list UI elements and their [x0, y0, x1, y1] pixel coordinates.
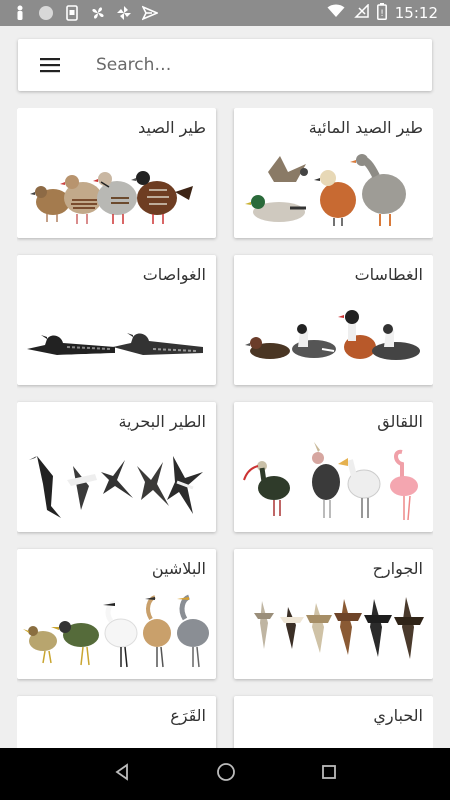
search-bar: [18, 39, 432, 91]
svg-text:!: !: [380, 9, 384, 19]
clock: 15:12: [394, 4, 438, 22]
category-card-gamebirds[interactable]: طير الصيد: [17, 108, 216, 238]
category-title: الحباري: [373, 706, 423, 725]
sim-icon: [64, 5, 80, 21]
category-card-grebes[interactable]: الغطاسات: [234, 255, 433, 385]
herons-illustration-icon: [23, 594, 209, 668]
send-icon: [142, 5, 158, 21]
recents-icon[interactable]: [321, 764, 337, 784]
waterfowl-illustration-icon: [245, 154, 406, 226]
home-icon[interactable]: [216, 762, 236, 786]
category-title: طير الصيد المائية: [308, 118, 423, 137]
seabirds-illustration-icon: [29, 456, 203, 518]
category-title: الطير البحرية: [118, 412, 206, 431]
search-input[interactable]: [96, 55, 396, 75]
raptors-illustration-icon: [254, 597, 424, 659]
category-title: الجوارح: [372, 559, 423, 578]
person-icon: [12, 5, 28, 21]
gamebirds-illustration-icon: [30, 171, 193, 224]
system-navigation-bar: [0, 748, 450, 800]
category-card-raptors[interactable]: الجوارح: [234, 549, 433, 679]
category-card-bustards[interactable]: الحباري: [234, 696, 433, 748]
grebes-illustration-icon: [245, 310, 420, 360]
battery-icon: !: [376, 2, 387, 24]
category-title: البلاشين: [151, 559, 206, 578]
wifi-icon: [327, 4, 345, 22]
category-card-crakes[interactable]: القَرَع: [17, 696, 216, 748]
category-card-loons[interactable]: الغواصات: [17, 255, 216, 385]
back-icon[interactable]: [113, 763, 131, 785]
category-title: الغطاسات: [354, 265, 423, 284]
category-card-herons[interactable]: البلاشين: [17, 549, 216, 679]
fan-icon: [90, 5, 106, 21]
system-status: ! 15:12: [327, 2, 438, 24]
category-card-storks[interactable]: اللقالق: [234, 402, 433, 532]
notification-icons: [12, 5, 158, 21]
category-title: اللقالق: [377, 412, 423, 431]
storks-illustration-icon: [243, 442, 418, 521]
no-sim-icon: [353, 3, 369, 22]
hamburger-menu-icon[interactable]: [18, 39, 82, 91]
pinwheel-icon: [116, 5, 132, 21]
circle-icon: [38, 5, 54, 21]
category-card-seabirds[interactable]: الطير البحرية: [17, 402, 216, 532]
loons-illustration-icon: [27, 333, 203, 357]
category-card-waterfowl[interactable]: طير الصيد المائية: [234, 108, 433, 238]
category-title: الغواصات: [142, 265, 206, 284]
status-bar: ! 15:12: [0, 0, 450, 26]
category-title: القَرَع: [170, 706, 206, 725]
category-grid: طير الصيد طير الصيد المائية الغواصات الغ…: [17, 108, 433, 748]
category-title: طير الصيد: [138, 118, 206, 137]
